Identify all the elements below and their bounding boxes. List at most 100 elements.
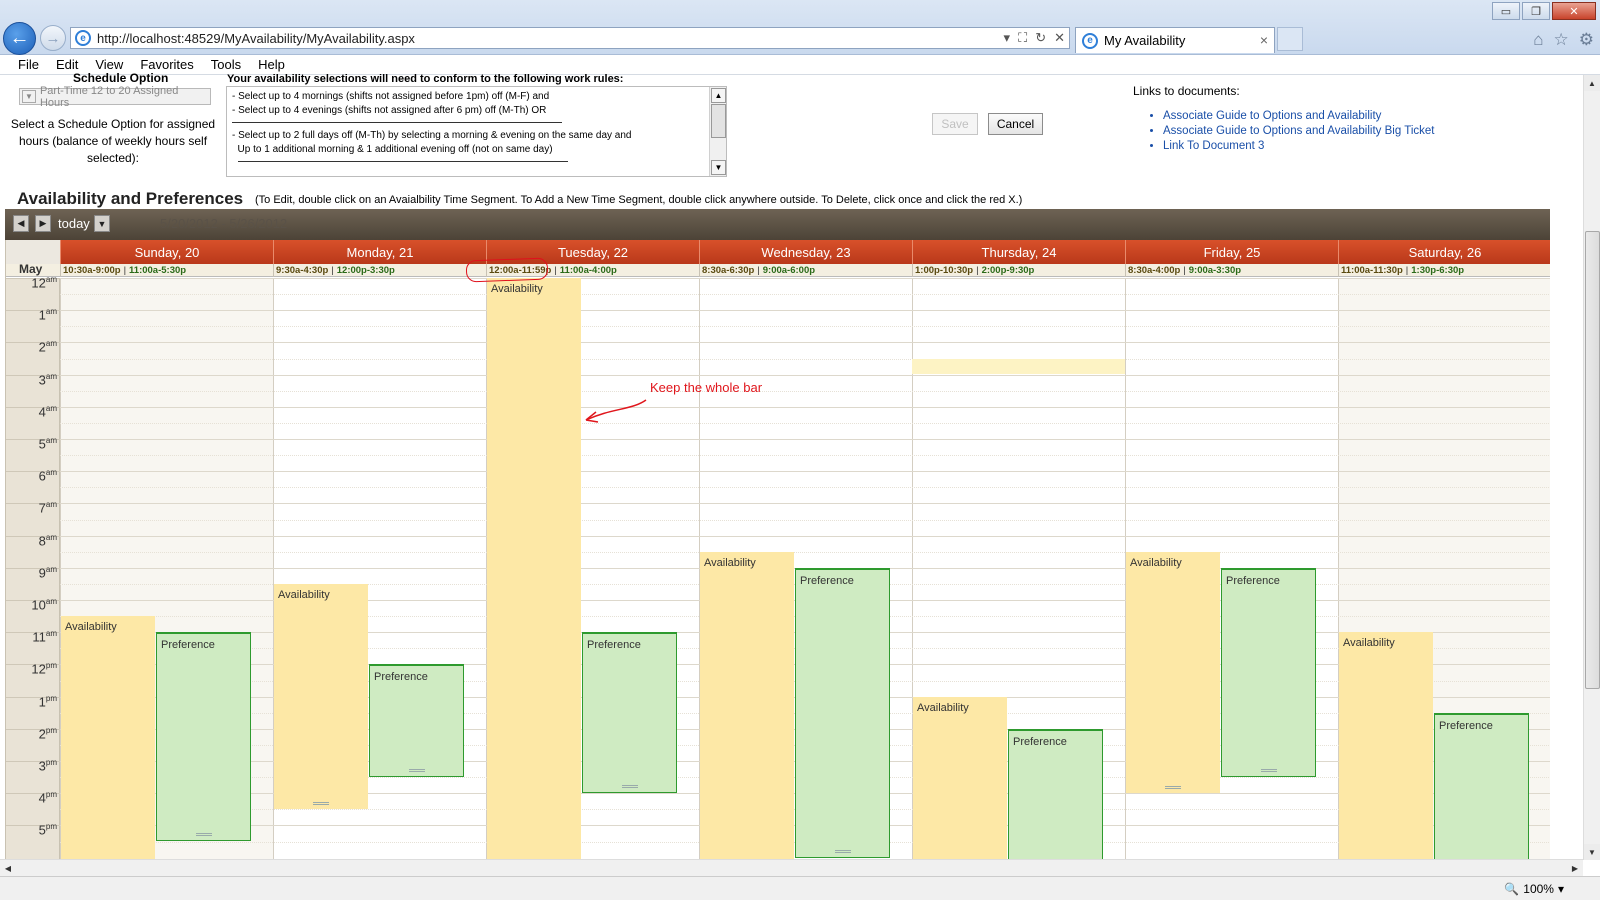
availability-block[interactable]: Availability (1339, 632, 1433, 859)
availability-range: 11:00a-11:30p (1341, 265, 1403, 276)
schedule-option-value: Part-Time 12 to 20 Assigned Hours (39, 84, 179, 109)
tab-title: My Availability (1104, 33, 1186, 48)
availability-range: 8:30a-4:00p (1128, 265, 1181, 276)
close-window-button[interactable]: ✕ (1552, 2, 1596, 20)
scroll-right-icon[interactable]: ▶ (1567, 860, 1583, 876)
preference-block[interactable]: Preference (1008, 728, 1103, 859)
menu-favorites[interactable]: Favorites (140, 57, 193, 72)
preference-label: Preference (587, 639, 641, 652)
dropdown-icon[interactable]: ▾ (1004, 30, 1011, 46)
day-header: Wednesday, 23 (699, 240, 912, 264)
preference-block[interactable]: Preference (369, 664, 464, 778)
refresh-icon[interactable]: ↻ (1035, 30, 1046, 46)
document-link[interactable]: Associate Guide to Options and Availabil… (1163, 109, 1434, 124)
hour-label: 12am (6, 275, 57, 290)
availability-block[interactable]: Availability (700, 551, 794, 859)
stop-icon[interactable]: ✕ (1054, 30, 1065, 46)
preference-block[interactable]: Preference (1221, 567, 1316, 778)
availability-block[interactable]: Availability (487, 278, 581, 859)
page-vertical-scrollbar[interactable]: ▲ ▼ (1583, 75, 1600, 860)
availability-block[interactable]: Availability (274, 583, 368, 810)
availability-label: Availability (491, 283, 543, 295)
preference-range: 12:00p-3:30p (336, 265, 395, 276)
back-button[interactable]: ← (3, 22, 36, 55)
scroll-up-icon[interactable]: ▲ (1584, 75, 1600, 91)
rule-line: - Select up to 4 evenings (shifts not as… (232, 105, 547, 116)
schedule-option-select[interactable]: ▼ Part-Time 12 to 20 Assigned Hours (19, 85, 211, 109)
browser-toolbar-icons: ⌂ ☆ ⚙ (1533, 30, 1594, 50)
menu-tools[interactable]: Tools (211, 57, 241, 72)
hour-suffix: am (45, 307, 57, 317)
hour-suffix: am (45, 275, 57, 284)
preference-block[interactable]: Preference (156, 632, 251, 842)
page-horizontal-scrollbar[interactable]: ◀ ▶ (0, 859, 1583, 876)
availability-label: Availability (1343, 637, 1395, 650)
document-link[interactable]: Associate Guide to Options and Availabil… (1163, 124, 1434, 139)
favorites-star-icon[interactable]: ☆ (1554, 30, 1569, 50)
hour-number: 4 (38, 790, 46, 806)
resize-handle[interactable] (195, 833, 212, 837)
save-button[interactable]: Save (932, 113, 978, 135)
scroll-up-icon[interactable]: ▲ (711, 88, 726, 103)
hour-number: 2 (38, 339, 46, 355)
close-tab-icon[interactable]: × (1260, 32, 1268, 48)
forward-button[interactable]: → (40, 25, 66, 51)
scroll-thumb[interactable] (1585, 231, 1600, 689)
home-icon[interactable]: ⌂ (1533, 30, 1543, 50)
range-separator: | (554, 265, 557, 276)
scroll-thumb[interactable] (711, 104, 726, 138)
resize-handle[interactable] (313, 802, 329, 806)
address-bar[interactable]: e http://localhost:48529/MyAvailability/… (70, 27, 1070, 49)
availability-block[interactable]: Availability (913, 696, 1007, 859)
menu-edit[interactable]: Edit (56, 57, 78, 72)
hour-gridline (60, 374, 1550, 376)
settings-gear-icon[interactable]: ⚙ (1579, 30, 1594, 50)
restore-button[interactable]: ❐ (1522, 2, 1550, 20)
highlighted-slot[interactable] (912, 358, 1125, 374)
tab-page-icon: e (1082, 32, 1098, 49)
browser-tab[interactable]: e My Availability × (1075, 27, 1275, 53)
scroll-left-icon[interactable]: ◀ (0, 860, 16, 876)
work-rules-box[interactable]: - Select up to 4 mornings (shifts not as… (226, 86, 727, 177)
availability-block[interactable]: Availability (61, 616, 155, 859)
calendar-toolbar: ◀ ▶ today ▼ 5/20/2012 - 5/26/2012 (5, 209, 1550, 240)
menu-file[interactable]: File (18, 57, 39, 72)
minimize-button[interactable]: ▭ (1492, 2, 1520, 20)
resize-handle[interactable] (834, 849, 851, 853)
resize-handle[interactable] (1165, 786, 1181, 790)
preference-block[interactable]: Preference (795, 567, 890, 858)
zoom-control[interactable]: 🔍 100% ▾ (1504, 882, 1564, 896)
availability-block[interactable]: Availability (1126, 551, 1220, 794)
today-button[interactable]: today (58, 216, 90, 231)
document-link[interactable]: Link To Document 3 (1163, 139, 1434, 154)
hour-suffix: am (45, 339, 57, 349)
preference-range: 11:00a-5:30p (129, 265, 187, 276)
resize-handle[interactable] (408, 769, 425, 773)
hour-gridline (60, 310, 1550, 312)
cancel-button[interactable]: Cancel (988, 113, 1043, 135)
range-separator: | (976, 265, 979, 276)
hour-number: 7 (38, 500, 46, 516)
view-menu-button[interactable]: ▼ (94, 215, 110, 232)
prev-week-button[interactable]: ◀ (13, 215, 29, 232)
next-week-button[interactable]: ▶ (35, 215, 51, 232)
availability-label: Availability (704, 556, 756, 569)
preference-label: Preference (1226, 574, 1280, 587)
hour-label: 12pm (6, 661, 57, 676)
new-tab-button[interactable] (1277, 27, 1303, 51)
resize-handle[interactable] (1260, 769, 1277, 773)
menu-view[interactable]: View (95, 57, 123, 72)
menu-help[interactable]: Help (258, 57, 285, 72)
scroll-down-icon[interactable]: ▼ (1584, 844, 1600, 860)
preference-block[interactable]: Preference (1434, 712, 1529, 859)
preference-range: 9:00a-6:00p (762, 265, 816, 276)
calendar-body[interactable]: 12am 1am 2am 3am 4am 5am 6am 7am 8am 9am 10am 11am 1… (6, 275, 1550, 859)
compatibility-icon[interactable]: ⛶ (1018, 30, 1027, 46)
hour-number: 10 (31, 597, 46, 613)
day-summary: 8:30a-4:00p | 9:00a-3:30p (1125, 264, 1338, 277)
scroll-down-icon[interactable]: ▼ (711, 160, 726, 175)
menu-bar: File Edit View Favorites Tools Help (0, 55, 1600, 75)
rules-scrollbar[interactable]: ▲ ▼ (709, 87, 726, 176)
resize-handle[interactable] (621, 785, 638, 789)
preference-block[interactable]: Preference (582, 632, 677, 794)
